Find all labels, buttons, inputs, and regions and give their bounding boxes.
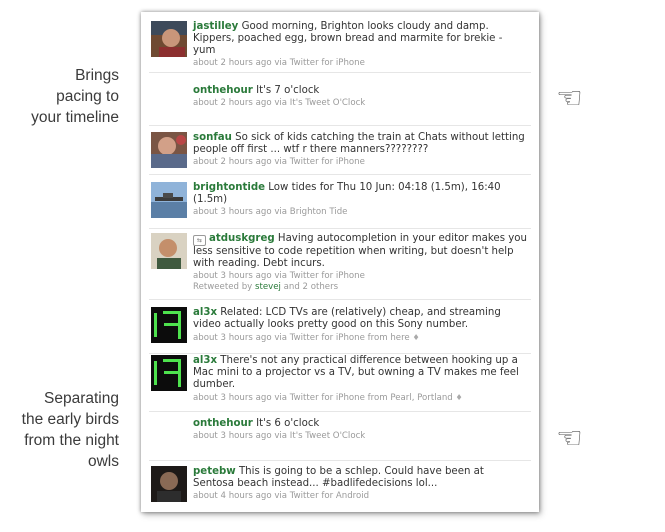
photo-person-icon [151, 233, 187, 269]
photo-person-icon [151, 132, 187, 168]
tweet-text: It's 6 o'clock [256, 418, 320, 429]
retweet-user-link[interactable]: stevej [255, 282, 281, 292]
tweet-text: So sick of kids catching the train at Ch… [193, 132, 525, 155]
annotation-line: Brings [75, 67, 119, 84]
avatar[interactable] [151, 307, 187, 343]
annotation-pacing: Brings pacing to your timeline [31, 65, 119, 128]
photo-person-icon [151, 21, 187, 57]
lcd-digit-icon [151, 355, 187, 391]
pointing-hand-icon: ☜ [556, 421, 583, 456]
tweet-item[interactable]: petebw This is going to be a schlep. Cou… [149, 466, 531, 510]
annotation-line: owls [87, 453, 119, 470]
tweet-item[interactable]: brightontide Low tides for Thu 10 Jun: 0… [149, 182, 531, 229]
tweet-text: It's 7 o'clock [256, 85, 320, 96]
lcd-digit-icon [151, 307, 187, 343]
tweet-meta[interactable]: about 3 hours ago via Twitter for iPhone… [193, 332, 527, 344]
avatar[interactable] [151, 21, 187, 57]
tweet-meta[interactable]: about 2 hours ago via Twitter for iPhone [193, 58, 527, 69]
tweet-text: There's not any practical difference bet… [193, 355, 519, 390]
tweet-item[interactable]: al3x Related: LCD TVs are (relatively) c… [149, 307, 531, 354]
tweet-meta-text[interactable]: about 3 hours ago via Twitter for iPhone… [193, 333, 410, 343]
tweet-username[interactable]: jastilley [193, 21, 238, 32]
tweet-meta[interactable]: about 3 hours ago via Twitter for iPhone… [193, 392, 527, 404]
tweet-username[interactable]: onthehour [193, 85, 253, 96]
location-pin-icon[interactable]: ♦ [412, 333, 419, 342]
annotation-separating: Separating the early birds from the nigh… [22, 388, 119, 472]
tweet-item[interactable]: jastilley Good morning, Brighton looks c… [149, 21, 531, 73]
pointing-hand-icon: ☜ [556, 81, 583, 116]
tweet-text: Related: LCD TVs are (relatively) cheap,… [193, 307, 501, 330]
retweet-prefix: Retweeted by [193, 282, 253, 292]
annotation-line: the early birds [21, 411, 119, 428]
tweet-meta[interactable]: about 3 hours ago via Twitter for iPhone [193, 271, 527, 282]
photo-person-icon [151, 466, 187, 502]
tweet-username[interactable]: al3x [193, 307, 217, 318]
tweet-item[interactable]: ⇆ atduskgreg Having autocompletion in you… [149, 233, 531, 300]
avatar[interactable] [151, 466, 187, 502]
tweet-item[interactable]: al3x There's not any practical differenc… [149, 355, 531, 412]
tweet-username[interactable]: al3x [193, 355, 217, 366]
annotation-line: pacing to [56, 88, 119, 105]
retweet-info: Retweeted by stevej and 2 others [193, 282, 527, 293]
tweet-username[interactable]: atduskgreg [209, 233, 275, 244]
avatar[interactable] [151, 182, 187, 218]
tweet-username[interactable]: sonfau [193, 132, 232, 143]
tweet-meta-text[interactable]: about 3 hours ago via Twitter for iPhone… [193, 393, 453, 403]
tweet-username[interactable]: petebw [193, 466, 236, 477]
pier-photo-icon [151, 182, 187, 218]
avatar[interactable] [151, 233, 187, 269]
tweet-item[interactable]: onthehour It's 7 o'clock about 2 hours a… [149, 85, 531, 126]
tweet-text: This is going to be a schlep. Could have… [193, 466, 484, 489]
tweet-meta[interactable]: about 4 hours ago via Twitter for Androi… [193, 491, 527, 502]
annotation-line: from the night [24, 432, 119, 449]
location-pin-icon[interactable]: ♦ [456, 393, 463, 402]
avatar[interactable] [151, 132, 187, 168]
tweet-username[interactable]: brightontide [193, 182, 265, 193]
tweet-meta[interactable]: about 2 hours ago via Twitter for iPhone [193, 157, 527, 168]
retweet-suffix: and 2 others [283, 282, 339, 292]
timeline-panel[interactable]: jastilley Good morning, Brighton looks c… [141, 12, 539, 512]
tweet-username[interactable]: onthehour [193, 418, 253, 429]
annotation-line: your timeline [31, 109, 119, 126]
tweet-item[interactable]: sonfau So sick of kids catching the trai… [149, 132, 531, 175]
tweet-item[interactable]: onthehour It's 6 o'clock about 3 hours a… [149, 418, 531, 461]
annotation-line: Separating [44, 390, 119, 407]
tweet-text: Good morning, Brighton looks cloudy and … [193, 21, 503, 56]
tweet-meta[interactable]: about 3 hours ago via It's Tweet O'Clock [193, 431, 527, 442]
avatar[interactable] [151, 355, 187, 391]
tweet-meta[interactable]: about 3 hours ago via Brighton Tide [193, 207, 527, 218]
retweet-icon: ⇆ [193, 235, 206, 246]
tweet-meta[interactable]: about 2 hours ago via It's Tweet O'Clock [193, 98, 527, 109]
